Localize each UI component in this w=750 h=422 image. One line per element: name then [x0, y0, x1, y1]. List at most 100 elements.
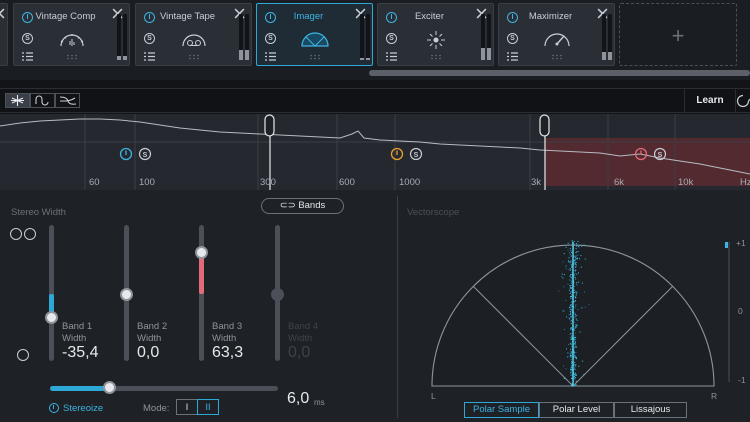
- module-vintage-comp[interactable]: Vintage Comp S: [13, 3, 130, 66]
- link-bands-icon[interactable]: [24, 228, 36, 240]
- vectorscope-display: [431, 240, 730, 387]
- stereoize-delay-unit: ms: [314, 398, 325, 407]
- menu-icon[interactable]: [22, 52, 33, 61]
- output-meter: [481, 14, 485, 60]
- output-meter: [123, 14, 127, 60]
- correlation-scale-label: +1: [736, 238, 746, 248]
- output-meter: [245, 14, 249, 60]
- drag-handle-icon[interactable]: [188, 54, 200, 60]
- drag-handle-icon[interactable]: [66, 54, 78, 60]
- module-partial[interactable]: [0, 3, 8, 66]
- band1-width-value[interactable]: -35,4: [62, 344, 98, 362]
- imager-panel: ⊂⊃ Bands Stereo Width Band 1 Width -35,4 Ba…: [0, 190, 750, 422]
- imager-toolbar: Learn: [0, 88, 750, 113]
- menu-icon[interactable]: [144, 52, 155, 61]
- mode-i-button[interactable]: I: [176, 399, 198, 415]
- vintage-tape-icon: [181, 34, 206, 47]
- solo-icon[interactable]: S: [386, 33, 397, 44]
- freq-label: 60: [89, 177, 100, 188]
- link-bands-icon[interactable]: [10, 228, 22, 240]
- menu-icon[interactable]: [265, 52, 276, 61]
- stereoize-power-icon[interactable]: [49, 403, 59, 413]
- lissajous-tab[interactable]: Lissajous: [614, 402, 687, 418]
- svg-text:S: S: [414, 152, 419, 159]
- band4-width-value[interactable]: 0,0: [288, 344, 310, 362]
- spectrum-view-icon: [59, 96, 77, 105]
- band1-width-fader[interactable]: [49, 225, 54, 361]
- scrollbar-thumb[interactable]: [369, 70, 750, 76]
- drag-handle-icon[interactable]: [551, 54, 563, 60]
- bands-button-label: Bands: [298, 200, 326, 211]
- band3-solo-icon[interactable]: S: [409, 147, 423, 161]
- add-module-slot[interactable]: +: [619, 3, 737, 66]
- band1-name: Band 1: [62, 321, 93, 332]
- spectrum-graph: S S S: [0, 114, 750, 190]
- band3-fader-knob[interactable]: [195, 245, 208, 259]
- band3-width-value[interactable]: 63,3: [212, 344, 243, 362]
- band2-width-value[interactable]: 0,0: [137, 344, 159, 362]
- module-strip: Vintage Comp S Vintage Tape S Imager S E…: [0, 0, 750, 80]
- output-meter: [608, 14, 612, 60]
- stereoize-slider-knob[interactable]: [102, 381, 116, 394]
- solo-icon[interactable]: S: [22, 33, 33, 44]
- width-view-button[interactable]: [5, 93, 30, 108]
- polar-sample-tab[interactable]: Polar Sample: [464, 402, 539, 418]
- module-imager[interactable]: Imager S: [256, 3, 373, 66]
- polar-level-tab[interactable]: Polar Level: [539, 402, 614, 418]
- freq-label: 6k: [614, 177, 625, 188]
- band-view-icon: [35, 95, 49, 106]
- crossover-handle[interactable]: [539, 114, 550, 137]
- menu-icon[interactable]: [386, 52, 397, 61]
- link-icon: ⊂⊃: [279, 200, 296, 211]
- stereoize-slider-fill: [50, 386, 110, 391]
- band2-fader-knob[interactable]: [120, 287, 133, 301]
- mode-ii-button[interactable]: II: [197, 399, 219, 415]
- stereo-mode-icon[interactable]: [17, 349, 29, 361]
- bands-button[interactable]: ⊂⊃ Bands: [261, 198, 344, 214]
- svg-text:S: S: [143, 152, 148, 159]
- drag-handle-icon[interactable]: [309, 54, 321, 60]
- band3-power-icon[interactable]: [390, 147, 404, 161]
- solo-icon[interactable]: S: [144, 33, 155, 44]
- exciter-icon: [426, 31, 445, 49]
- plus-icon: +: [671, 23, 685, 48]
- spectrum-view-button[interactable]: [55, 93, 80, 108]
- vectorscope-right-label: R: [711, 391, 718, 401]
- close-icon[interactable]: [0, 8, 5, 19]
- band1-power-icon[interactable]: [119, 147, 133, 161]
- spectrum-analyzer[interactable]: S S S 60 100 300 600 1000 3k 6k 10k Hz: [0, 114, 750, 190]
- freq-label: 600: [339, 177, 355, 188]
- width-view-icon: [11, 95, 24, 106]
- module-maximizer[interactable]: Maximizer S: [498, 3, 615, 66]
- stereoize-label: Stereoize: [63, 403, 104, 414]
- band4-fader-knob[interactable]: [271, 287, 284, 301]
- band-view-button[interactable]: [30, 93, 55, 108]
- correlation-scale-label: 0: [738, 306, 743, 316]
- svg-text:S: S: [658, 152, 663, 159]
- freq-label: 10k: [678, 177, 694, 188]
- maximizer-icon: [543, 33, 570, 47]
- freq-label: 1000: [399, 177, 421, 188]
- solo-icon[interactable]: S: [507, 33, 518, 44]
- solo-icon[interactable]: S: [265, 33, 276, 44]
- learn-button[interactable]: Learn: [684, 89, 736, 113]
- band1-solo-icon[interactable]: S: [138, 147, 152, 161]
- reset-icon[interactable]: [736, 94, 750, 108]
- module-title: Maximizer: [528, 11, 573, 22]
- module-title: Vintage Comp: [35, 11, 96, 22]
- stereoize-delay-value[interactable]: 6,0: [287, 390, 309, 408]
- freq-label: 3k: [531, 177, 542, 188]
- horizontal-scrollbar[interactable]: [0, 70, 750, 76]
- stereoize-slider[interactable]: [50, 381, 278, 394]
- menu-icon[interactable]: [507, 52, 518, 61]
- module-exciter[interactable]: Exciter S: [377, 3, 494, 66]
- crossover-handle[interactable]: [264, 114, 275, 137]
- band2-width-label: Width: [137, 333, 162, 344]
- freq-label: 100: [139, 177, 155, 188]
- module-title: Exciter: [414, 11, 445, 22]
- imager-icon: [300, 32, 329, 47]
- drag-handle-icon[interactable]: [430, 54, 442, 60]
- correlation-scale-label: -1: [738, 375, 746, 385]
- band1-fader-knob[interactable]: [45, 311, 58, 325]
- module-vintage-tape[interactable]: Vintage Tape S: [135, 3, 252, 66]
